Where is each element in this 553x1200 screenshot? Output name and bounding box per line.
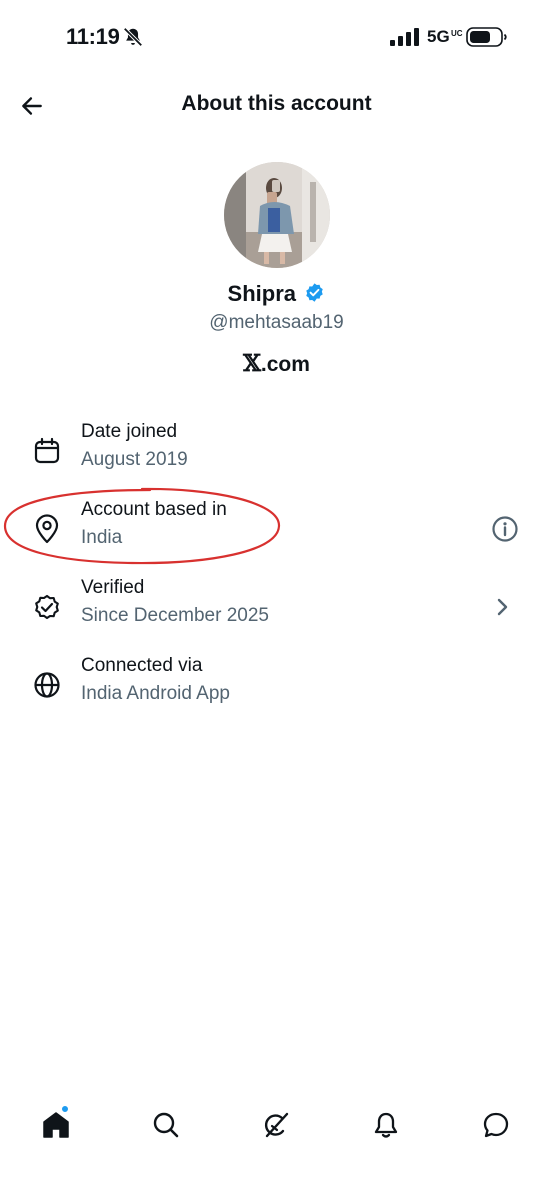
search-icon [153,1112,179,1138]
row-value: August 2019 [81,449,188,470]
handle: @mehtasaab19 [209,312,344,333]
location-pin-icon [35,514,59,544]
page-title: About this account [181,92,372,115]
nav-messages[interactable] [474,1103,518,1147]
grok-icon [264,1112,289,1138]
row-date-joined: Date joined August 2019 [0,421,553,491]
row-value: Since December 2025 [81,605,269,626]
display-name: Shipra [227,281,296,306]
source-site-suffix: .com [260,353,310,376]
info-button[interactable] [490,514,520,544]
calendar-icon [34,437,60,464]
verified-chevron[interactable] [487,592,517,622]
nav-home[interactable] [34,1103,78,1147]
avatar[interactable] [224,162,330,268]
chevron-right-icon [497,598,508,616]
nav-search[interactable] [144,1103,188,1147]
notification-dot [61,1105,69,1113]
signal-icon [390,28,419,46]
status-time: 11:19 [66,24,120,49]
messages-icon [483,1112,509,1138]
row-title: Connected via [81,655,203,676]
source-site: 𝕏.com [0,350,553,377]
status-bar: 11:19 5G UC [0,0,553,72]
row-title: Account based in [81,499,227,520]
row-title: Verified [81,577,145,598]
globe-icon [34,672,60,698]
verified-badge-icon [306,283,324,302]
bottom-nav [0,1095,553,1155]
notifications-icon [374,1112,398,1138]
header: About this account [0,78,553,134]
row-value: India Android App [81,683,230,704]
display-name-row: Shipra [0,281,553,307]
battery-icon [466,27,507,47]
row-value: India [81,527,123,548]
bell-off-icon [123,27,143,47]
info-icon [492,516,518,542]
nav-notifications[interactable] [364,1103,408,1147]
network-type: 5G [427,27,450,46]
row-connected-via: Connected via India Android App [0,655,553,725]
row-title: Date joined [81,421,178,442]
nav-grok[interactable] [254,1103,298,1147]
x-logo-glyph: 𝕏 [243,350,261,377]
row-account-based-in: Account based in India [0,499,553,569]
network-sub: UC [451,29,463,38]
row-verified[interactable]: Verified Since December 2025 [0,577,553,647]
home-icon [43,1112,69,1138]
verified-check-icon [35,594,59,620]
